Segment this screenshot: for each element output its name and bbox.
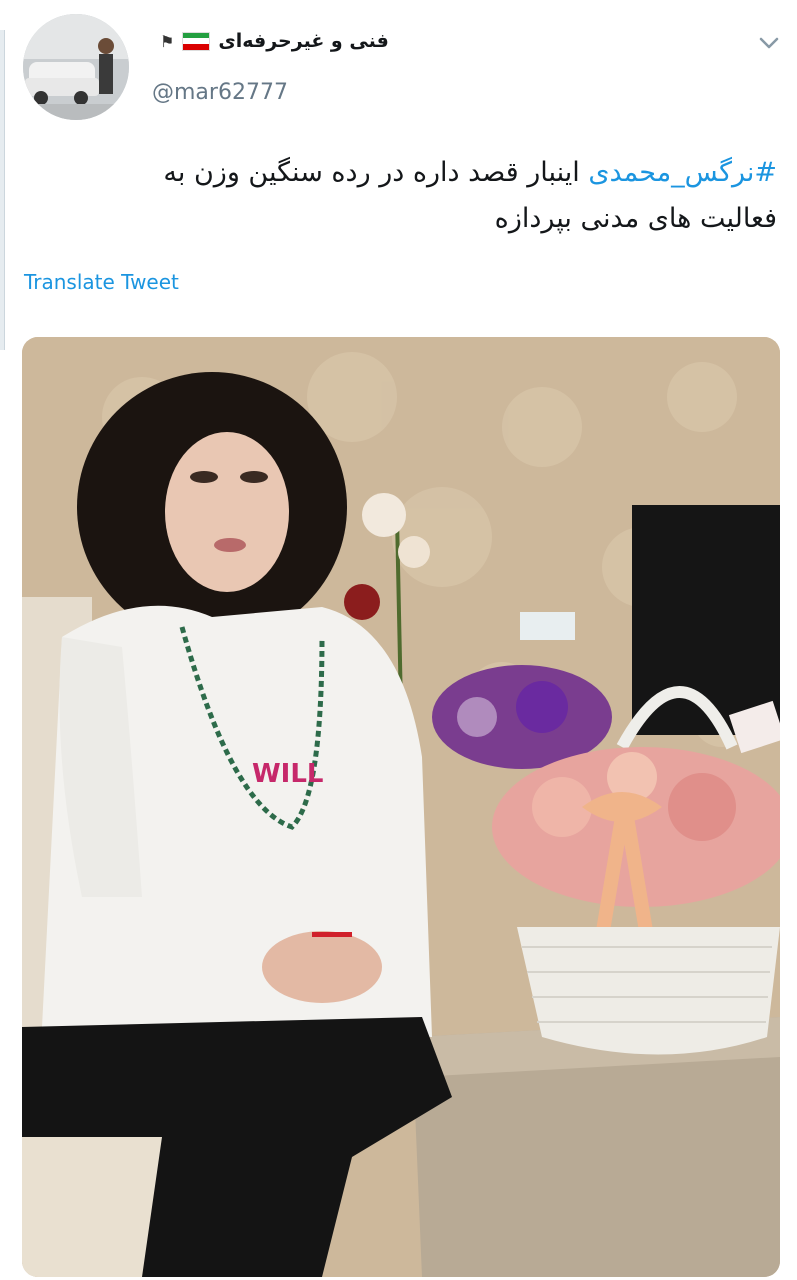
avatar[interactable] — [23, 14, 129, 120]
scroll-edge — [0, 30, 5, 350]
iran-flag-icon — [182, 31, 211, 51]
pennant-icon: ⚑ — [160, 31, 175, 51]
display-name[interactable]: فنی و غیرحرفه‌ای ⚑ — [160, 30, 389, 52]
user-handle[interactable]: @mar62777 — [152, 80, 288, 105]
tweet-text: #نرگس_محمدی اینبار قصد داره در رده سنگین… — [80, 150, 777, 242]
translate-tweet-link[interactable]: Translate Tweet — [24, 270, 179, 294]
media-image: WILL — [22, 337, 780, 1277]
chevron-down-icon[interactable] — [757, 34, 781, 52]
tweet-media[interactable]: WILL — [22, 337, 780, 1277]
display-name-text: فنی و غیرحرفه‌ای — [218, 30, 389, 52]
avatar-image — [23, 14, 129, 120]
hashtag-link[interactable]: #نرگس_محمدی — [588, 157, 777, 188]
svg-text:WILL: WILL — [252, 759, 324, 789]
